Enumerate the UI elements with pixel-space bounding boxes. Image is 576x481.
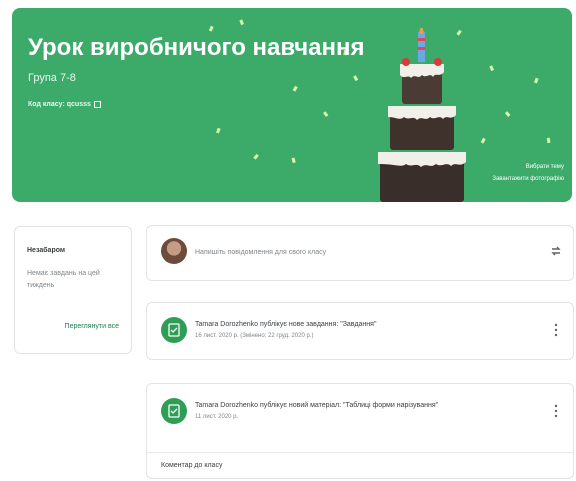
post-date: 16 лист. 2020 р. (Змінено: 22 груд. 2020…: [195, 333, 314, 339]
assignment-icon: [161, 317, 187, 343]
post-date: 11 лист. 2020 р.: [195, 414, 239, 420]
upcoming-title: Незабаром: [27, 247, 66, 254]
class-code-label: Код класу: qcusss: [28, 101, 91, 108]
upcoming-card: Незабаром Немає завдань на цей тиждень П…: [14, 226, 132, 354]
material-icon: [161, 398, 187, 424]
upload-photo-link[interactable]: Завантажити фотографію: [492, 176, 564, 182]
upcoming-empty-text: Немає завдань на цей тиждень: [27, 270, 100, 289]
stream-post[interactable]: Tamara Dorozhenko публікує нове завдання…: [146, 302, 574, 360]
repost-icon[interactable]: [549, 244, 563, 258]
announce-placeholder[interactable]: Напишіть повідомлення для свого класу: [195, 249, 326, 256]
more-options-icon[interactable]: [553, 323, 559, 337]
announce-box[interactable]: Напишіть повідомлення для свого класу: [146, 225, 574, 281]
avatar: [161, 238, 187, 264]
post-title[interactable]: Tamara Dorozhenko публікує нове завдання…: [195, 321, 376, 328]
divider: [147, 452, 573, 453]
post-title[interactable]: Tamara Dorozhenko публікує новий матеріа…: [195, 402, 438, 409]
class-section: Група 7-8: [28, 72, 76, 84]
cake-illustration: [378, 28, 466, 202]
add-class-comment-link[interactable]: Коментар до класу: [161, 462, 222, 469]
select-theme-link[interactable]: Вибрати тему: [526, 164, 564, 170]
more-options-icon[interactable]: [553, 404, 559, 418]
stream-post[interactable]: Tamara Dorozhenko публікує новий матеріа…: [146, 383, 574, 479]
view-all-link[interactable]: Переглянути все: [65, 323, 119, 330]
expand-icon[interactable]: [93, 101, 101, 108]
class-title: Урок виробничого навчання: [28, 34, 365, 61]
class-banner: Урок виробничого навчання Група 7-8 Код …: [12, 8, 572, 202]
class-code[interactable]: Код класу: qcusss: [28, 101, 101, 108]
